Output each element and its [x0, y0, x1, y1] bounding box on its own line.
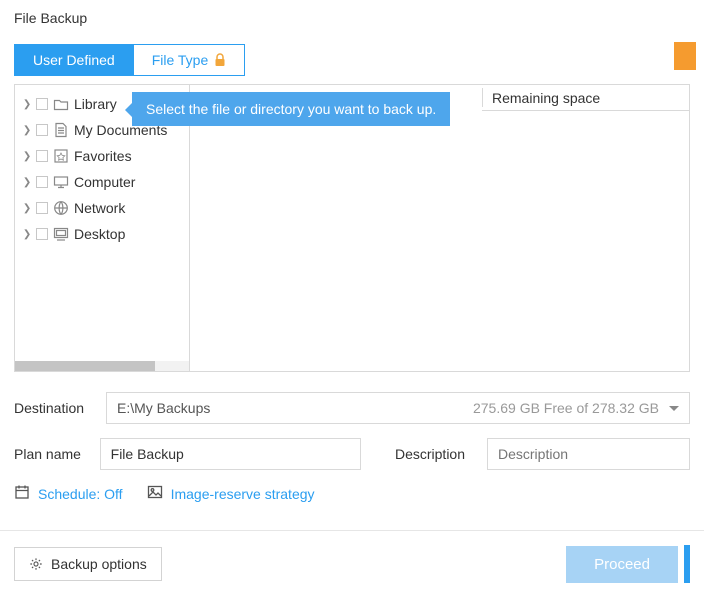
plan-name-label: Plan name	[14, 446, 88, 462]
tree-item-desktop[interactable]: ❯ Desktop	[15, 221, 189, 247]
image-icon	[147, 484, 163, 503]
horizontal-scrollbar[interactable]	[15, 361, 189, 371]
checkbox[interactable]	[36, 176, 48, 188]
description-input[interactable]	[487, 438, 690, 470]
tree-item-label: Network	[74, 200, 125, 216]
strategy-link-label: Image-reserve strategy	[171, 486, 315, 502]
destination-free-space: 275.69 GB Free of 278.32 GB	[473, 400, 659, 416]
description-label: Description	[395, 446, 465, 462]
calendar-icon	[14, 484, 30, 503]
tree-item-computer[interactable]: ❯ Computer	[15, 169, 189, 195]
action-accent-button[interactable]	[674, 42, 696, 70]
mode-tabs: User Defined File Type	[14, 44, 690, 76]
main-area: ❯ Library ❯ My Documents ❯	[14, 84, 690, 372]
destination-path: E:\My Backups	[117, 400, 210, 416]
chevron-right-icon: ❯	[23, 151, 31, 162]
checkbox[interactable]	[36, 228, 48, 240]
checkbox[interactable]	[36, 150, 48, 162]
chevron-right-icon: ❯	[23, 177, 31, 188]
schedule-link-label: Schedule: Off	[38, 486, 123, 502]
document-icon	[53, 122, 69, 138]
tree-item-favorites[interactable]: ❯ Favorites	[15, 143, 189, 169]
destination-select[interactable]: E:\My Backups 275.69 GB Free of 278.32 G…	[106, 392, 690, 424]
tab-file-type-label: File Type	[152, 52, 209, 68]
chevron-down-icon	[669, 406, 679, 416]
tree-item-label: Desktop	[74, 226, 125, 242]
desktop-icon	[53, 226, 69, 242]
folder-icon	[53, 96, 69, 112]
tree-item-label: Favorites	[74, 148, 132, 164]
footer: Backup options Proceed	[0, 530, 704, 597]
chevron-right-icon: ❯	[23, 99, 31, 110]
checkbox[interactable]	[36, 124, 48, 136]
gear-icon	[29, 557, 43, 571]
schedule-link[interactable]: Schedule: Off	[14, 484, 123, 503]
tree-item-network[interactable]: ❯ Network	[15, 195, 189, 221]
tree-item-label: Library	[74, 96, 117, 112]
proceed-accent[interactable]	[684, 545, 690, 583]
checkbox[interactable]	[36, 98, 48, 110]
source-tree-panel: ❯ Library ❯ My Documents ❯	[15, 85, 190, 371]
options-links: Schedule: Off Image-reserve strategy	[14, 484, 690, 503]
strategy-link[interactable]: Image-reserve strategy	[147, 484, 315, 503]
favorites-icon	[53, 148, 69, 164]
tree-item-label: Computer	[74, 174, 135, 190]
chevron-right-icon: ❯	[23, 125, 31, 136]
content-pane: Remaining space	[190, 85, 689, 371]
backup-options-label: Backup options	[51, 556, 147, 572]
tab-file-type[interactable]: File Type	[134, 44, 246, 76]
form-area: Destination E:\My Backups 275.69 GB Free…	[14, 392, 690, 470]
lock-icon	[214, 53, 226, 67]
chevron-right-icon: ❯	[23, 203, 31, 214]
plan-name-input[interactable]	[100, 438, 361, 470]
chevron-right-icon: ❯	[23, 229, 31, 240]
destination-label: Destination	[14, 400, 94, 416]
backup-options-button[interactable]: Backup options	[14, 547, 162, 581]
page-title: File Backup	[0, 0, 704, 44]
help-tooltip: Select the file or directory you want to…	[132, 92, 450, 126]
network-icon	[53, 200, 69, 216]
computer-icon	[53, 174, 69, 190]
proceed-button[interactable]: Proceed	[566, 546, 678, 583]
tab-user-defined[interactable]: User Defined	[14, 44, 134, 76]
column-header-remaining-space: Remaining space	[482, 85, 689, 111]
scrollbar-thumb[interactable]	[15, 361, 155, 371]
checkbox[interactable]	[36, 202, 48, 214]
